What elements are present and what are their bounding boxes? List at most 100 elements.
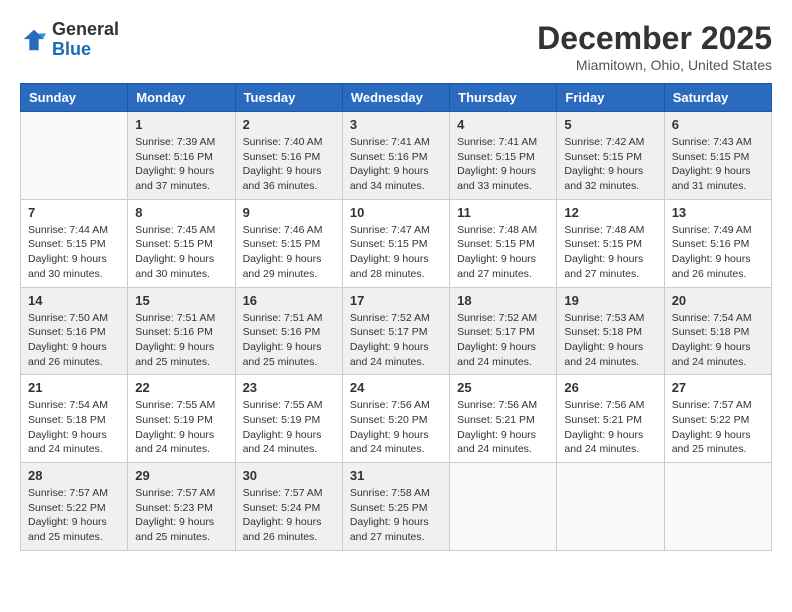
logo-general-text: General	[52, 20, 119, 40]
day-info: Sunrise: 7:40 AMSunset: 5:16 PMDaylight:…	[243, 135, 335, 194]
day-number: 15	[135, 293, 227, 308]
logo-text: General Blue	[52, 20, 119, 60]
calendar-week-5: 28Sunrise: 7:57 AMSunset: 5:22 PMDayligh…	[21, 463, 772, 551]
day-number: 20	[672, 293, 764, 308]
calendar-table: SundayMondayTuesdayWednesdayThursdayFrid…	[20, 83, 772, 551]
weekday-header-sunday: Sunday	[21, 84, 128, 112]
calendar-cell	[664, 463, 771, 551]
day-number: 29	[135, 468, 227, 483]
logo-icon	[20, 26, 48, 54]
day-number: 26	[564, 380, 656, 395]
day-info: Sunrise: 7:56 AMSunset: 5:21 PMDaylight:…	[457, 398, 549, 457]
day-number: 22	[135, 380, 227, 395]
day-number: 1	[135, 117, 227, 132]
calendar-cell: 14 Sunrise: 7:50 AMSunset: 5:16 PMDayligh…	[21, 287, 128, 375]
day-info: Sunrise: 7:46 AMSunset: 5:15 PMDaylight:…	[243, 223, 335, 282]
day-number: 10	[350, 205, 442, 220]
calendar-cell: 17 Sunrise: 7:52 AMSunset: 5:17 PMDayligh…	[342, 287, 449, 375]
day-info: Sunrise: 7:52 AMSunset: 5:17 PMDaylight:…	[350, 311, 442, 370]
page-header: General Blue December 2025 Miamitown, Oh…	[20, 20, 772, 73]
calendar-week-3: 14 Sunrise: 7:50 AMSunset: 5:16 PMDayligh…	[21, 287, 772, 375]
day-info: Sunrise: 7:41 AMSunset: 5:16 PMDaylight:…	[350, 135, 442, 194]
weekday-header-saturday: Saturday	[664, 84, 771, 112]
calendar-cell: 2 Sunrise: 7:40 AMSunset: 5:16 PMDaylight…	[235, 112, 342, 200]
weekday-header-wednesday: Wednesday	[342, 84, 449, 112]
calendar-cell: 26 Sunrise: 7:56 AMSunset: 5:21 PMDayligh…	[557, 375, 664, 463]
day-info: Sunrise: 7:44 AMSunset: 5:15 PMDaylight:…	[28, 223, 120, 282]
day-info: Sunrise: 7:43 AMSunset: 5:15 PMDaylight:…	[672, 135, 764, 194]
calendar-cell	[450, 463, 557, 551]
day-number: 25	[457, 380, 549, 395]
calendar-week-4: 21Sunrise: 7:54 AMSunset: 5:18 PMDayligh…	[21, 375, 772, 463]
day-number: 3	[350, 117, 442, 132]
day-info: Sunrise: 7:55 AMSunset: 5:19 PMDaylight:…	[135, 398, 227, 457]
day-number: 16	[243, 293, 335, 308]
weekday-header-friday: Friday	[557, 84, 664, 112]
day-number: 31	[350, 468, 442, 483]
calendar-cell: 1Sunrise: 7:39 AMSunset: 5:16 PMDaylight…	[128, 112, 235, 200]
day-number: 5	[564, 117, 656, 132]
day-info: Sunrise: 7:56 AMSunset: 5:21 PMDaylight:…	[564, 398, 656, 457]
day-number: 19	[564, 293, 656, 308]
calendar-week-2: 7 Sunrise: 7:44 AMSunset: 5:15 PMDaylight…	[21, 199, 772, 287]
day-info: Sunrise: 7:57 AMSunset: 5:23 PMDaylight:…	[135, 486, 227, 545]
calendar-cell: 15Sunrise: 7:51 AMSunset: 5:16 PMDayligh…	[128, 287, 235, 375]
day-info: Sunrise: 7:41 AMSunset: 5:15 PMDaylight:…	[457, 135, 549, 194]
calendar-cell: 27Sunrise: 7:57 AMSunset: 5:22 PMDayligh…	[664, 375, 771, 463]
weekday-header-tuesday: Tuesday	[235, 84, 342, 112]
calendar-cell: 18Sunrise: 7:52 AMSunset: 5:17 PMDayligh…	[450, 287, 557, 375]
day-info: Sunrise: 7:45 AMSunset: 5:15 PMDaylight:…	[135, 223, 227, 282]
day-info: Sunrise: 7:57 AMSunset: 5:24 PMDaylight:…	[243, 486, 335, 545]
calendar-cell: 31Sunrise: 7:58 AMSunset: 5:25 PMDayligh…	[342, 463, 449, 551]
day-info: Sunrise: 7:57 AMSunset: 5:22 PMDaylight:…	[672, 398, 764, 457]
day-info: Sunrise: 7:50 AMSunset: 5:16 PMDaylight:…	[28, 311, 120, 370]
day-number: 30	[243, 468, 335, 483]
calendar-cell: 20 Sunrise: 7:54 AMSunset: 5:18 PMDayligh…	[664, 287, 771, 375]
day-number: 13	[672, 205, 764, 220]
day-number: 7	[28, 205, 120, 220]
day-info: Sunrise: 7:48 AMSunset: 5:15 PMDaylight:…	[564, 223, 656, 282]
calendar-cell: 23 Sunrise: 7:55 AMSunset: 5:19 PMDayligh…	[235, 375, 342, 463]
logo-blue-text: Blue	[52, 40, 119, 60]
calendar-cell: 7 Sunrise: 7:44 AMSunset: 5:15 PMDaylight…	[21, 199, 128, 287]
calendar-cell: 3 Sunrise: 7:41 AMSunset: 5:16 PMDaylight…	[342, 112, 449, 200]
title-block: December 2025 Miamitown, Ohio, United St…	[537, 20, 772, 73]
day-info: Sunrise: 7:55 AMSunset: 5:19 PMDaylight:…	[243, 398, 335, 457]
day-info: Sunrise: 7:42 AMSunset: 5:15 PMDaylight:…	[564, 135, 656, 194]
calendar-cell	[21, 112, 128, 200]
day-number: 24	[350, 380, 442, 395]
day-number: 9	[243, 205, 335, 220]
calendar-body: 1Sunrise: 7:39 AMSunset: 5:16 PMDaylight…	[21, 112, 772, 551]
day-number: 17	[350, 293, 442, 308]
day-info: Sunrise: 7:56 AMSunset: 5:20 PMDaylight:…	[350, 398, 442, 457]
calendar-cell: 28Sunrise: 7:57 AMSunset: 5:22 PMDayligh…	[21, 463, 128, 551]
day-info: Sunrise: 7:49 AMSunset: 5:16 PMDaylight:…	[672, 223, 764, 282]
calendar-cell: 16 Sunrise: 7:51 AMSunset: 5:16 PMDayligh…	[235, 287, 342, 375]
calendar-cell: 13 Sunrise: 7:49 AMSunset: 5:16 PMDayligh…	[664, 199, 771, 287]
day-number: 8	[135, 205, 227, 220]
weekday-header-thursday: Thursday	[450, 84, 557, 112]
day-number: 12	[564, 205, 656, 220]
day-number: 23	[243, 380, 335, 395]
day-info: Sunrise: 7:52 AMSunset: 5:17 PMDaylight:…	[457, 311, 549, 370]
day-number: 2	[243, 117, 335, 132]
calendar-cell: 30 Sunrise: 7:57 AMSunset: 5:24 PMDayligh…	[235, 463, 342, 551]
day-number: 11	[457, 205, 549, 220]
calendar-cell: 4Sunrise: 7:41 AMSunset: 5:15 PMDaylight…	[450, 112, 557, 200]
day-number: 14	[28, 293, 120, 308]
day-info: Sunrise: 7:54 AMSunset: 5:18 PMDaylight:…	[672, 311, 764, 370]
day-info: Sunrise: 7:51 AMSunset: 5:16 PMDaylight:…	[243, 311, 335, 370]
calendar-cell: 6 Sunrise: 7:43 AMSunset: 5:15 PMDaylight…	[664, 112, 771, 200]
day-info: Sunrise: 7:47 AMSunset: 5:15 PMDaylight:…	[350, 223, 442, 282]
calendar-cell: 29 Sunrise: 7:57 AMSunset: 5:23 PMDayligh…	[128, 463, 235, 551]
day-info: Sunrise: 7:53 AMSunset: 5:18 PMDaylight:…	[564, 311, 656, 370]
day-info: Sunrise: 7:54 AMSunset: 5:18 PMDaylight:…	[28, 398, 120, 457]
calendar-cell: 19 Sunrise: 7:53 AMSunset: 5:18 PMDayligh…	[557, 287, 664, 375]
weekday-row: SundayMondayTuesdayWednesdayThursdayFrid…	[21, 84, 772, 112]
calendar-cell: 11Sunrise: 7:48 AMSunset: 5:15 PMDayligh…	[450, 199, 557, 287]
calendar-cell: 24 Sunrise: 7:56 AMSunset: 5:20 PMDayligh…	[342, 375, 449, 463]
day-number: 28	[28, 468, 120, 483]
calendar-cell: 22 Sunrise: 7:55 AMSunset: 5:19 PMDayligh…	[128, 375, 235, 463]
weekday-header-monday: Monday	[128, 84, 235, 112]
day-number: 6	[672, 117, 764, 132]
